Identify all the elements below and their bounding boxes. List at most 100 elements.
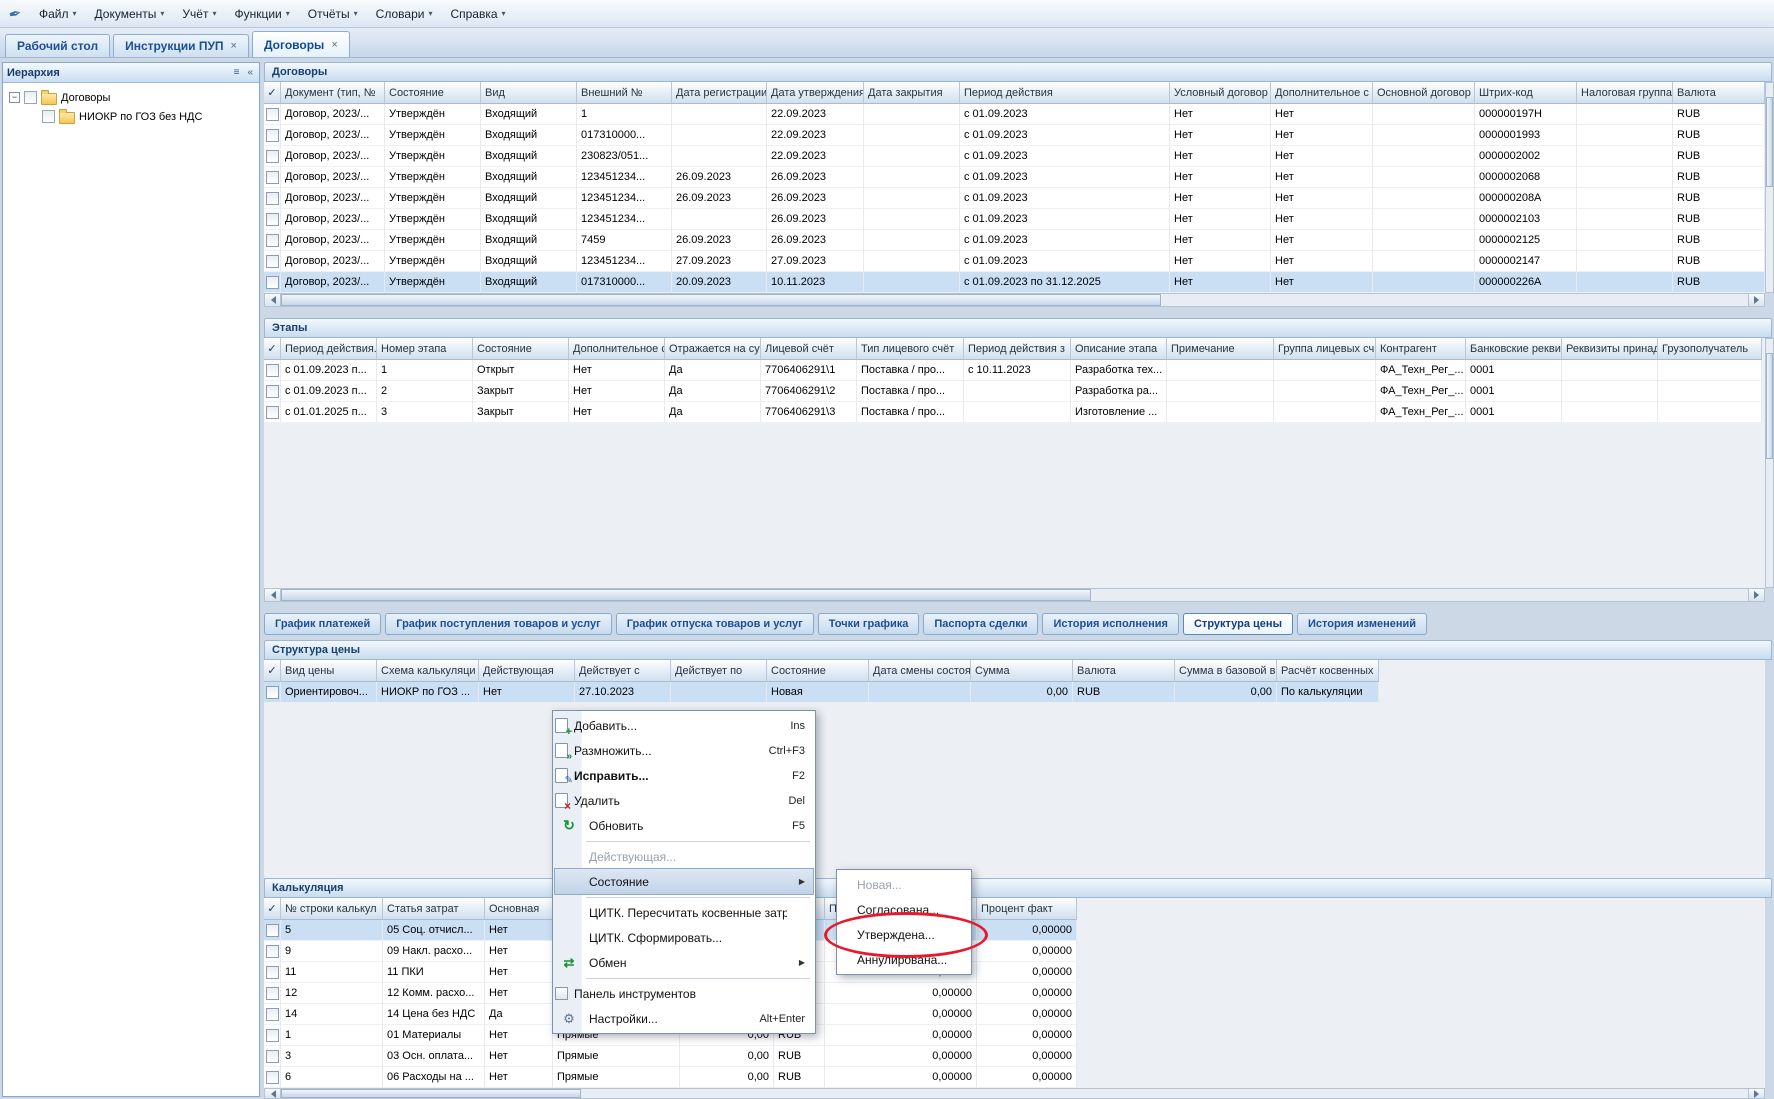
- column-header[interactable]: Банковские рекви:: [1466, 338, 1562, 360]
- table-row[interactable]: 1111 ПКИНет0,000000,00000: [264, 962, 1765, 983]
- column-header[interactable]: Период действия з: [964, 338, 1071, 360]
- submenu-item[interactable]: Аннулирована...: [839, 947, 969, 972]
- detail-tab[interactable]: Паспорта сделки: [923, 613, 1038, 635]
- column-header[interactable]: Отражается на су: [665, 338, 761, 360]
- context-menu-item[interactable]: Настройки... Alt+Enter: [555, 1006, 813, 1031]
- menubar-item[interactable]: Функции: [225, 0, 298, 27]
- row-checkbox[interactable]: [266, 129, 279, 142]
- column-header[interactable]: Лицевой счёт: [761, 338, 857, 360]
- table-row[interactable]: Договор, 2023/...УтверждёнВходящий123451…: [264, 251, 1765, 272]
- scroll-right-icon[interactable]: [1748, 589, 1764, 601]
- context-menu-item[interactable]: Обмен: [555, 950, 813, 975]
- column-header[interactable]: Действует по: [671, 660, 767, 682]
- detail-tab[interactable]: Структура цены: [1183, 613, 1293, 635]
- menubar-item[interactable]: Справка: [441, 0, 514, 27]
- column-header[interactable]: Период действия..: [281, 338, 377, 360]
- column-header[interactable]: Дата закрытия: [864, 82, 960, 104]
- scrollbar-thumb[interactable]: [281, 589, 1091, 601]
- grid-view-icon[interactable]: ≡: [232, 67, 242, 78]
- row-checkbox[interactable]: [266, 924, 279, 937]
- column-header[interactable]: Документ (тип, №: [281, 82, 385, 104]
- submenu-item[interactable]: Согласована...: [839, 897, 969, 922]
- column-header[interactable]: Вид цены: [281, 660, 377, 682]
- column-header[interactable]: Состояние: [473, 338, 569, 360]
- vertical-scrollbar[interactable]: [1765, 82, 1774, 293]
- column-header[interactable]: Описание этапа: [1071, 338, 1167, 360]
- column-header[interactable]: Действующая: [479, 660, 575, 682]
- context-menu-item[interactable]: Обновить F5: [555, 813, 813, 838]
- scroll-left-icon[interactable]: [265, 294, 281, 306]
- column-header[interactable]: Дополнительное с: [569, 338, 665, 360]
- row-checkbox[interactable]: [266, 234, 279, 247]
- column-header[interactable]: ✓: [264, 338, 281, 360]
- table-row[interactable]: 1414 Цена без НДСДа0,000000,00000: [264, 1004, 1765, 1025]
- row-checkbox[interactable]: [266, 966, 279, 979]
- row-checkbox[interactable]: [266, 364, 279, 377]
- column-header[interactable]: Номер этапа: [377, 338, 473, 360]
- table-row[interactable]: с 01.09.2023 п...1ОткрытНетДа7706406291\…: [264, 360, 1765, 381]
- table-row[interactable]: 505 Соц. отчисл...Нет0,000000,00000: [264, 920, 1765, 941]
- row-checkbox[interactable]: [266, 686, 279, 699]
- vertical-scrollbar[interactable]: [1765, 338, 1774, 588]
- column-header[interactable]: Внешний №: [577, 82, 672, 104]
- context-menu-item[interactable]: Удалить Del: [555, 788, 813, 813]
- column-header[interactable]: № строки калькул: [281, 898, 383, 920]
- row-checkbox[interactable]: [266, 1071, 279, 1084]
- scroll-right-icon[interactable]: [1748, 294, 1764, 306]
- row-checkbox[interactable]: [266, 406, 279, 419]
- table-row[interactable]: 303 Осн. оплата...НетПрямые0,00RUB0,0000…: [264, 1046, 1765, 1067]
- table-row[interactable]: 101 МатериалыНетПрямые0,00RUB0,000000,00…: [264, 1025, 1765, 1046]
- column-header[interactable]: Сумма: [971, 660, 1073, 682]
- column-header[interactable]: ✓: [264, 660, 281, 682]
- table-row[interactable]: Договор, 2023/...УтверждёнВходящий017310…: [264, 272, 1765, 293]
- tree-node[interactable]: НИОКР по ГОЗ без НДС: [3, 107, 259, 126]
- row-checkbox[interactable]: [266, 255, 279, 268]
- scroll-left-icon[interactable]: [265, 1089, 281, 1098]
- node-checkbox[interactable]: [24, 91, 37, 104]
- context-menu-item[interactable]: Исправить... F2: [555, 763, 813, 788]
- table-row[interactable]: Договор, 2023/...УтверждёнВходящий123451…: [264, 188, 1765, 209]
- node-checkbox[interactable]: [42, 110, 55, 123]
- menubar-item[interactable]: Отчёты: [299, 0, 367, 27]
- row-checkbox[interactable]: [266, 945, 279, 958]
- column-header[interactable]: Валюта: [1073, 660, 1175, 682]
- close-tab-icon[interactable]: [331, 40, 337, 50]
- row-checkbox[interactable]: [266, 385, 279, 398]
- column-header[interactable]: Процент факт: [977, 898, 1077, 920]
- detail-tab[interactable]: История изменений: [1297, 613, 1427, 635]
- table-row[interactable]: с 01.09.2023 п...2ЗакрытНетДа7706406291\…: [264, 381, 1765, 402]
- column-header[interactable]: Дата регистрации: [672, 82, 767, 104]
- table-row[interactable]: Договор, 2023/...УтверждёнВходящий123451…: [264, 209, 1765, 230]
- row-checkbox[interactable]: [266, 171, 279, 184]
- menubar-item[interactable]: Словари: [367, 0, 442, 27]
- row-checkbox[interactable]: [266, 1029, 279, 1042]
- row-checkbox[interactable]: [266, 213, 279, 226]
- column-header[interactable]: Основная: [485, 898, 553, 920]
- column-header[interactable]: Вид: [481, 82, 577, 104]
- column-header[interactable]: Схема калькуляци: [377, 660, 479, 682]
- scrollbar-thumb[interactable]: [281, 294, 1161, 306]
- horizontal-scrollbar[interactable]: [264, 588, 1765, 602]
- table-row[interactable]: Договор, 2023/...УтверждёнВходящий122.09…: [264, 104, 1765, 125]
- detail-tab[interactable]: График платежей: [264, 613, 381, 635]
- detail-tab[interactable]: График отпуска товаров и услуг: [616, 613, 814, 635]
- table-row[interactable]: Ориентировоч...НИОКР по ГОЗ ...Нет27.10.…: [264, 682, 1765, 703]
- column-header[interactable]: Состояние: [385, 82, 481, 104]
- context-menu-item[interactable]: ЦИТК. Пересчитать косвенные затраты...: [555, 900, 813, 925]
- column-header[interactable]: Контрагент: [1376, 338, 1466, 360]
- column-header[interactable]: ✓: [264, 82, 281, 104]
- context-menu-item[interactable]: Панель инструментов: [555, 981, 813, 1006]
- column-header[interactable]: Дата смены состоя: [869, 660, 971, 682]
- scroll-right-icon[interactable]: [1748, 1089, 1764, 1098]
- column-header[interactable]: Сумма в базовой в: [1175, 660, 1277, 682]
- table-row[interactable]: 909 Накл. расхо...Нет0,000000,00000: [264, 941, 1765, 962]
- submenu-item[interactable]: Утверждена...: [839, 922, 969, 947]
- tree-node[interactable]: Договоры: [3, 88, 259, 107]
- column-header[interactable]: Дополнительное с: [1271, 82, 1373, 104]
- view-tab[interactable]: Договоры: [252, 31, 350, 57]
- scrollbar-thumb[interactable]: [281, 1089, 581, 1098]
- row-checkbox[interactable]: [266, 150, 279, 163]
- column-header[interactable]: Статья затрат: [383, 898, 485, 920]
- column-header[interactable]: ✓: [264, 898, 281, 920]
- column-header[interactable]: Расчёт косвенных: [1277, 660, 1379, 682]
